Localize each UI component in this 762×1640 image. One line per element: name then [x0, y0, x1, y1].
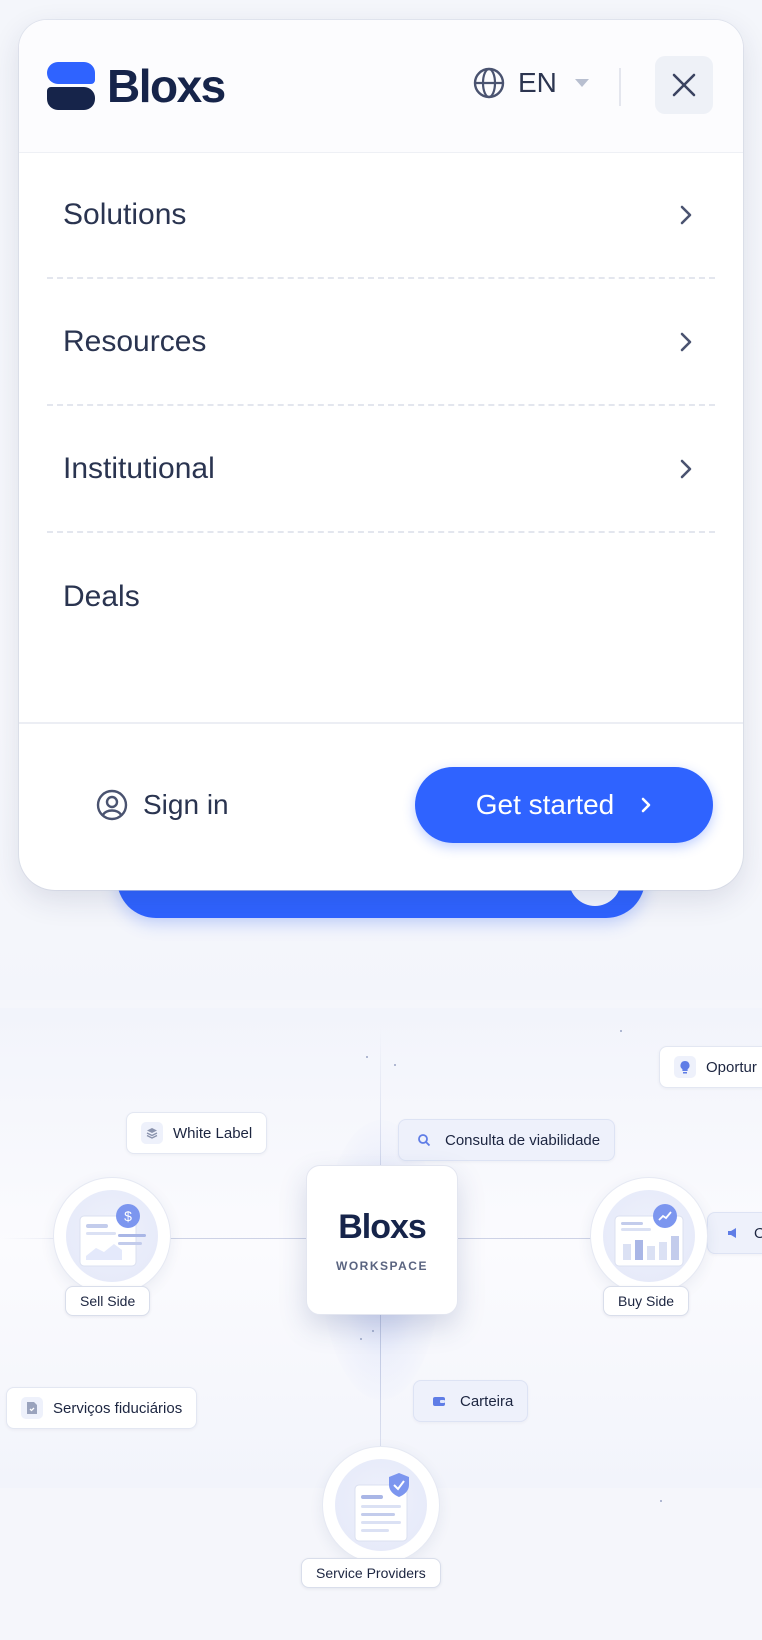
nav-item-resources[interactable]: Resources	[47, 279, 715, 406]
chip-servicos-fiduciarios: Serviços fiduciários	[6, 1387, 198, 1429]
menu-header: Bloxs EN	[19, 20, 743, 153]
megaphone-icon	[722, 1222, 744, 1244]
chevron-right-icon	[641, 797, 651, 813]
chip-ofertas: Ofe	[707, 1212, 762, 1254]
node-buy-side	[590, 1177, 708, 1295]
globe-icon	[473, 67, 505, 99]
chip-white-label: White Label	[126, 1112, 268, 1154]
chevron-right-icon	[673, 329, 699, 355]
user-circle-icon	[96, 789, 128, 821]
sign-in-label: Sign in	[143, 789, 229, 820]
node-sell-side: $	[53, 1177, 171, 1295]
sell-side-illustration: $	[79, 1204, 146, 1267]
chevron-right-icon	[673, 202, 699, 228]
nav-item-institutional[interactable]: Institutional	[47, 406, 715, 533]
svg-text:$: $	[124, 1208, 132, 1224]
language-selector[interactable]: EN	[472, 66, 589, 100]
chevron-down-icon	[574, 79, 589, 87]
buy-side-illustration	[614, 1204, 684, 1267]
node-label-service-providers: Service Providers	[301, 1558, 441, 1588]
header-divider	[619, 68, 621, 106]
lightbulb-icon	[674, 1056, 696, 1078]
get-started-label: Get started	[475, 789, 615, 820]
search-icon	[413, 1129, 435, 1151]
chip-label: White Label	[173, 1124, 253, 1142]
chip-label: Serviços fiduciários	[53, 1399, 183, 1417]
node-label-sell-side: Sell Side	[65, 1286, 151, 1316]
nav-item-label: Institutional	[63, 451, 215, 485]
nav-item-deals[interactable]: Deals	[47, 533, 715, 660]
get-started-button[interactable]: Get started	[415, 767, 713, 843]
language-label: EN	[518, 67, 557, 98]
mobile-menu-panel: Bloxs EN Solutions Resources Institution…	[19, 20, 743, 890]
close-menu-button[interactable]	[655, 56, 713, 114]
document-icon	[21, 1397, 43, 1419]
logo-text: Bloxs	[107, 60, 226, 112]
chart-up-icon	[653, 1204, 677, 1228]
brand-logo[interactable]: Bloxs	[47, 60, 226, 112]
ecosystem-diagram: Oportur White Label Consulta de viabilid…	[0, 1000, 762, 1640]
menu-footer: Sign in Get started	[19, 722, 743, 890]
chip-consulta-viabilidade: Consulta de viabilidade	[398, 1119, 616, 1161]
node-label-buy-side: Buy Side	[603, 1286, 690, 1316]
nav-item-solutions[interactable]: Solutions	[47, 152, 715, 279]
logo-mark-icon	[47, 62, 95, 110]
wallet-icon	[428, 1390, 450, 1412]
chip-label: Ofe	[754, 1224, 762, 1242]
workspace-card: Bloxs WORKSPACE	[306, 1165, 458, 1315]
chip-label: Consulta de viabilidade	[445, 1131, 601, 1149]
nav-item-label: Solutions	[63, 197, 187, 231]
chip-oportunidades: Oportur	[659, 1046, 762, 1088]
workspace-subtitle: WORKSPACE	[336, 1258, 428, 1273]
chip-label: Carteira	[460, 1392, 514, 1410]
close-icon	[672, 73, 696, 97]
sign-in-link[interactable]: Sign in	[95, 788, 229, 822]
workspace-logo: Bloxs	[338, 1207, 427, 1246]
chip-label: Oportur	[706, 1058, 757, 1076]
chevron-right-icon	[673, 456, 699, 482]
nav-item-label: Resources	[63, 324, 207, 358]
chip-carteira: Carteira	[413, 1380, 529, 1422]
service-providers-illustration	[354, 1473, 409, 1542]
node-service-providers	[322, 1446, 440, 1564]
layers-icon	[141, 1122, 163, 1144]
menu-nav-list: Solutions Resources Institutional Deals	[47, 152, 715, 660]
nav-item-label: Deals	[63, 579, 140, 613]
